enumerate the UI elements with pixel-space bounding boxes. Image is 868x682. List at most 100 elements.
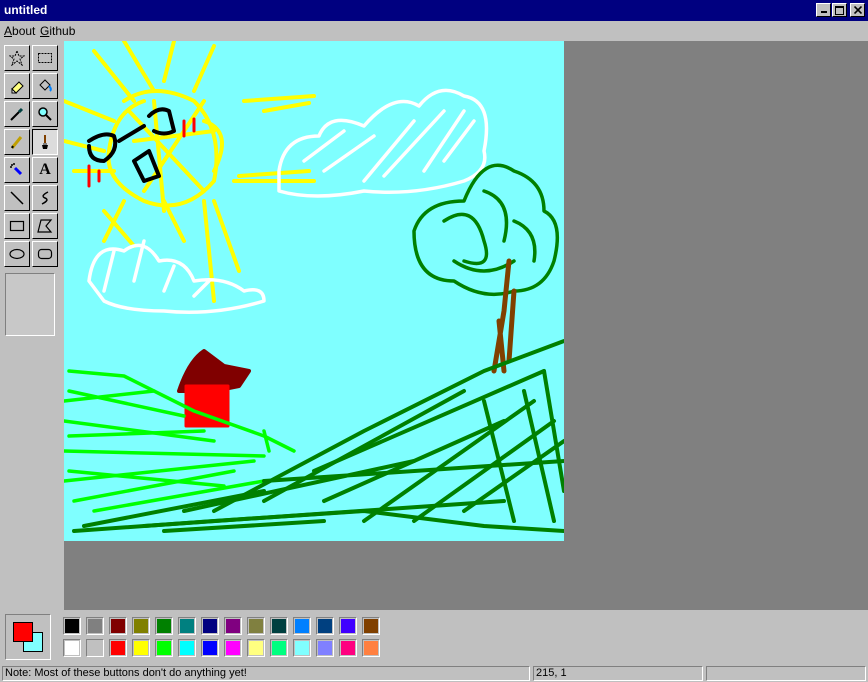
palette-swatch-color: [203, 619, 217, 633]
window-title: untitled: [4, 3, 48, 17]
palette-swatch[interactable]: [109, 617, 127, 635]
tool-select[interactable]: [32, 45, 58, 71]
palette-swatch[interactable]: [201, 639, 219, 657]
palette-swatch[interactable]: [86, 639, 104, 657]
tree-drawing: [412, 163, 560, 297]
tool-text[interactable]: A: [32, 157, 58, 183]
polygon-icon: [37, 219, 53, 233]
palette-swatch[interactable]: [201, 617, 219, 635]
star-select-icon: [9, 50, 25, 66]
tool-brush[interactable]: [32, 129, 58, 155]
pencil-icon: [10, 136, 23, 149]
palette-swatch-color: [65, 619, 79, 633]
palette-swatch-color: [249, 619, 263, 633]
palette-swatch[interactable]: [362, 617, 380, 635]
tool-rounded-rectangle[interactable]: [32, 241, 58, 267]
palette-swatch-color: [249, 641, 263, 655]
maximize-button[interactable]: [832, 3, 847, 17]
palette-swatch-color: [318, 641, 332, 655]
workspace: [62, 39, 868, 610]
palette-swatch[interactable]: [316, 639, 334, 657]
palette-swatch[interactable]: [247, 639, 265, 657]
menu-about[interactable]: About: [4, 24, 35, 38]
palette-swatch[interactable]: [178, 639, 196, 657]
palette-swatch-color: [203, 641, 217, 655]
tool-pencil[interactable]: [4, 129, 30, 155]
menu-github-rest: ithub: [49, 24, 76, 38]
palette-swatch[interactable]: [293, 617, 311, 635]
palette-swatch[interactable]: [155, 639, 173, 657]
palette-swatch[interactable]: [293, 639, 311, 657]
palette-swatch[interactable]: [270, 617, 288, 635]
menu-bar: About Github: [0, 21, 868, 41]
status-bar: Note: Most of these buttons don't do any…: [0, 665, 868, 682]
palette-swatch-color: [318, 619, 332, 633]
tool-free-form-select[interactable]: [4, 45, 30, 71]
ellipse-icon: [9, 248, 25, 260]
palette-swatch[interactable]: [178, 617, 196, 635]
palette-swatch[interactable]: [247, 617, 265, 635]
palette-swatch-color: [134, 619, 148, 633]
menu-github-accel: G: [40, 24, 50, 38]
palette-swatch[interactable]: [63, 617, 81, 635]
palette-swatch-color: [226, 619, 240, 633]
airbrush-icon: [10, 163, 23, 176]
palette-swatch-color: [180, 641, 194, 655]
palette-swatch[interactable]: [132, 617, 150, 635]
minimize-icon: [820, 11, 827, 13]
palette-swatch[interactable]: [362, 639, 380, 657]
palette-swatch[interactable]: [316, 617, 334, 635]
palette-swatch[interactable]: [339, 639, 357, 657]
canvas-drawing: [62, 39, 566, 533]
magnifier-icon: [38, 107, 52, 121]
menu-github[interactable]: Github: [40, 24, 75, 38]
palette-swatch[interactable]: [224, 617, 242, 635]
palette-swatch-color: [111, 641, 125, 655]
sun-drawing: [62, 39, 316, 303]
palette-swatch[interactable]: [63, 639, 81, 657]
palette-swatch[interactable]: [339, 617, 357, 635]
palette-swatch-color: [65, 641, 79, 655]
palette-swatch[interactable]: [155, 617, 173, 635]
house-drawing: [177, 349, 251, 428]
palette-swatch[interactable]: [270, 639, 288, 657]
palette-swatch[interactable]: [109, 639, 127, 657]
palette-swatch-color: [111, 619, 125, 633]
tool-options-panel[interactable]: [5, 273, 55, 336]
palette-swatch-color: [272, 641, 286, 655]
palette-swatch-color: [134, 641, 148, 655]
menu-about-accel: A: [4, 24, 13, 38]
palette-swatch-color: [88, 641, 102, 655]
palette-swatch-color: [157, 641, 171, 655]
close-button[interactable]: [850, 3, 865, 17]
current-colors[interactable]: [5, 614, 51, 660]
tool-eraser[interactable]: [4, 73, 30, 99]
tool-ellipse[interactable]: [4, 241, 30, 267]
menu-about-rest: bout: [12, 24, 36, 38]
tool-fill-with-color[interactable]: [32, 73, 58, 99]
line-icon: [10, 191, 24, 205]
palette-swatch-color: [341, 619, 355, 633]
palette-swatch[interactable]: [224, 639, 242, 657]
status-coordinates: 215, 1: [533, 666, 703, 681]
tool-rectangle[interactable]: [4, 213, 30, 239]
palette-swatch[interactable]: [86, 617, 104, 635]
status-message: Note: Most of these buttons don't do any…: [2, 666, 530, 681]
paint-bucket-icon: [39, 79, 52, 92]
drawing-canvas[interactable]: [62, 39, 566, 541]
tool-magnifier[interactable]: [32, 101, 58, 127]
window-controls: [816, 3, 865, 17]
tool-pick-color[interactable]: [4, 101, 30, 127]
palette-swatch-color: [88, 619, 102, 633]
primary-color[interactable]: [13, 622, 33, 642]
tool-line[interactable]: [4, 185, 30, 211]
tool-polygon[interactable]: [32, 213, 58, 239]
palette-swatch[interactable]: [132, 639, 150, 657]
text-icon: A: [39, 161, 51, 178]
tool-airbrush[interactable]: [4, 157, 30, 183]
rounded-rectangle-icon: [37, 248, 53, 260]
palette-swatch-color: [341, 641, 355, 655]
minimize-button[interactable]: [816, 3, 831, 17]
palette-swatch-color: [180, 619, 194, 633]
tool-curve[interactable]: [32, 185, 58, 211]
